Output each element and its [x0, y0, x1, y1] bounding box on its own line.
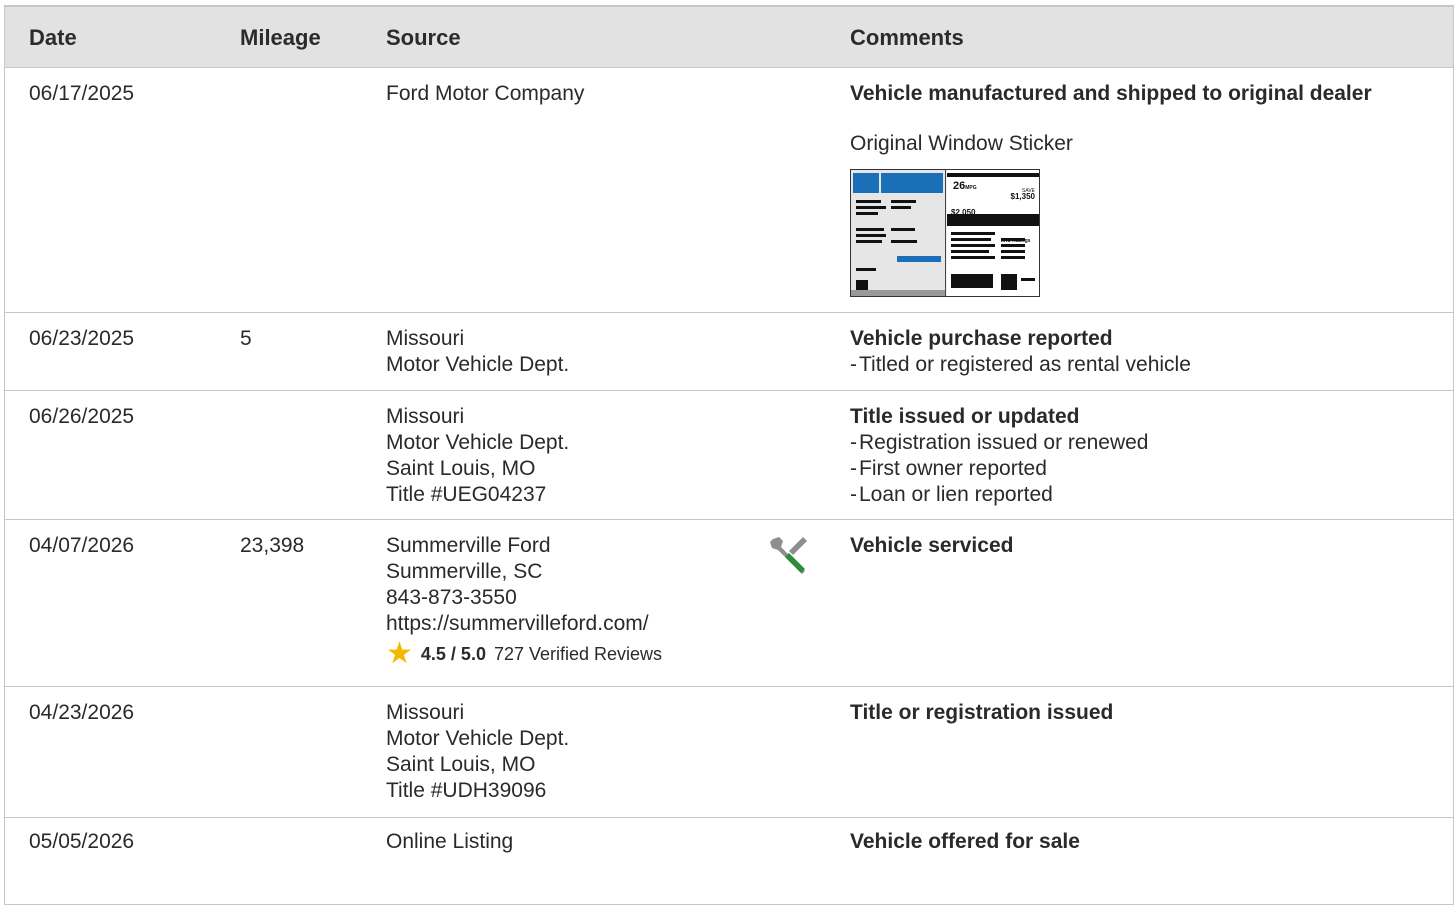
star-icon: ★ — [386, 637, 413, 670]
comment-item: First owner reported — [850, 456, 1433, 482]
source-line: Motor Vehicle Dept. — [386, 353, 570, 376]
sticker-save-amount: $1,350 — [1010, 192, 1035, 201]
comment-item: Loan or lien reported — [850, 482, 1433, 508]
comment-title: Vehicle serviced — [850, 534, 1014, 557]
row-comments: Vehicle offered for sale — [850, 829, 1433, 855]
row-mileage: 5 — [240, 327, 252, 350]
row-date: 06/17/2025 — [29, 82, 135, 105]
comment-title: Vehicle purchase reported — [850, 327, 1113, 350]
source-website-link[interactable]: https://summervilleford.com/ — [386, 611, 662, 637]
source-line: Ford Motor Company — [386, 82, 585, 105]
rating-reviews: 727 Verified Reviews — [493, 644, 663, 664]
wrench-screwdriver-icon — [770, 537, 807, 574]
row-comments: Title or registration issued — [850, 700, 1433, 726]
source-line: Missouri — [386, 701, 465, 724]
row-date: 05/05/2026 — [29, 830, 135, 853]
row-mileage: 23,398 — [240, 534, 305, 557]
sticker-mpg: 26 — [953, 180, 966, 192]
comment-title: Vehicle manufactured and shipped to orig… — [850, 82, 1372, 105]
comment-title: Title or registration issued — [850, 701, 1114, 724]
row-comments: Vehicle serviced — [850, 533, 1433, 559]
source-name-link[interactable]: Summerville Ford — [386, 533, 662, 559]
row-date: 06/26/2025 — [29, 405, 135, 428]
source-line: Missouri — [386, 405, 465, 428]
header-source: Source — [386, 25, 461, 50]
source-phone[interactable]: 843-873-3550 — [386, 585, 662, 611]
source-line: Title #UDH39096 — [386, 779, 547, 802]
comment-title: Vehicle offered for sale — [850, 830, 1080, 853]
dealer-rating[interactable]: ★ 4.5 / 5.0 727 Verified Reviews — [386, 637, 663, 670]
header-mileage: Mileage — [240, 25, 321, 50]
source-line: Saint Louis, MO — [386, 753, 536, 776]
row-date: 04/07/2026 — [29, 534, 135, 557]
row-source: Missouri Motor Vehicle Dept. — [386, 326, 569, 378]
row-comments: Title issued or updated Registration iss… — [850, 404, 1433, 508]
row-comments: Vehicle purchase reported Titled or regi… — [850, 326, 1433, 378]
row-source: Online Listing — [386, 829, 513, 855]
comment-title: Title issued or updated — [850, 405, 1080, 428]
comment-item: Titled or registered as rental vehicle — [850, 352, 1433, 378]
row-source: Missouri Motor Vehicle Dept. Saint Louis… — [386, 700, 569, 804]
sticker-right-panel: 26MPG SAVE $1,350 $2,050 IIHS Ratings — [947, 170, 1039, 296]
header-comments: Comments — [850, 25, 964, 50]
sticker-left-panel — [851, 170, 946, 296]
row-comments: Vehicle manufactured and shipped to orig… — [850, 81, 1433, 297]
vehicle-history-table: Date Mileage Source Comments 06/17/2025 … — [4, 5, 1454, 905]
comment-item: Registration issued or renewed — [850, 430, 1433, 456]
source-line: Motor Vehicle Dept. — [386, 727, 570, 750]
table-row: 05/05/2026 Online Listing Vehicle offere… — [5, 817, 1453, 907]
table-header: Date Mileage Source Comments — [5, 7, 1453, 68]
table-row: 06/26/2025 Missouri Motor Vehicle Dept. … — [5, 390, 1453, 520]
row-date: 04/23/2026 — [29, 701, 135, 724]
window-sticker-thumbnail[interactable]: 26MPG SAVE $1,350 $2,050 IIHS Ratings — [850, 169, 1040, 297]
source-line: Online Listing — [386, 830, 514, 853]
row-date: 06/23/2025 — [29, 327, 135, 350]
row-source: Missouri Motor Vehicle Dept. Saint Louis… — [386, 404, 569, 508]
table-row: 04/23/2026 Missouri Motor Vehicle Dept. … — [5, 686, 1453, 818]
row-source: Summerville Ford Summerville, SC 843-873… — [386, 533, 663, 670]
table-row: 04/07/2026 23,398 Summerville Ford Summe… — [5, 519, 1453, 687]
sticker-mpg-unit: MPG — [965, 185, 977, 191]
source-line: Summerville, SC — [386, 560, 543, 583]
source-line: Missouri — [386, 327, 465, 350]
header-date: Date — [29, 25, 77, 50]
rating-score: 4.5 / 5.0 — [420, 644, 486, 664]
row-source: Ford Motor Company — [386, 81, 584, 107]
source-line: Motor Vehicle Dept. — [386, 431, 570, 454]
source-line: Saint Louis, MO — [386, 457, 536, 480]
table-row: 06/17/2025 Ford Motor Company Vehicle ma… — [5, 67, 1453, 313]
window-sticker-link[interactable]: Original Window Sticker — [850, 131, 1433, 157]
source-line: Title #UEG04237 — [386, 483, 547, 506]
table-row: 06/23/2025 5 Missouri Motor Vehicle Dept… — [5, 312, 1453, 391]
